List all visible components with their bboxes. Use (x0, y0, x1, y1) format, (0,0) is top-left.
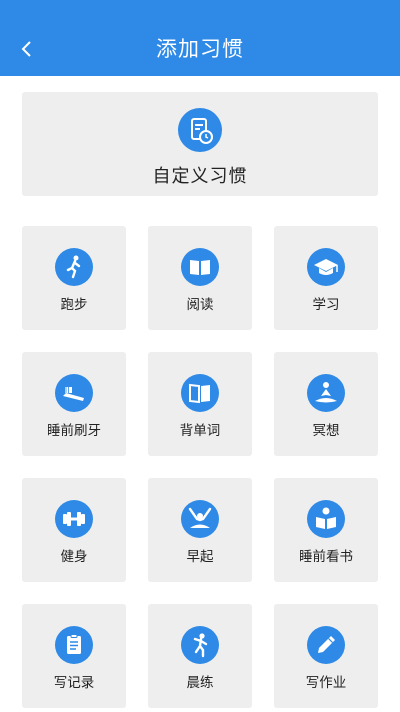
pencil-icon (307, 626, 345, 664)
dumbbell-icon (55, 500, 93, 538)
habit-label: 背单词 (179, 423, 221, 439)
morning-exercise-icon (181, 626, 219, 664)
habit-label: 早起 (186, 549, 214, 565)
habit-label: 冥想 (312, 423, 340, 439)
page-title: 添加习惯 (156, 37, 244, 61)
habit-label: 学习 (312, 297, 340, 313)
habit-card-bedtime-reading[interactable]: 睡前看书 (274, 478, 378, 582)
graduation-cap-icon (307, 248, 345, 286)
open-book-icon (181, 248, 219, 286)
habit-label: 睡前看书 (299, 549, 353, 565)
habit-card-homework[interactable]: 写作业 (274, 604, 378, 708)
habit-card-study[interactable]: 学习 (274, 226, 378, 330)
habit-card-journal[interactable]: 写记录 (22, 604, 126, 708)
wake-up-icon (181, 500, 219, 538)
document-clock-icon (178, 108, 222, 152)
meditation-icon (307, 374, 345, 412)
habit-card-morning-exercise[interactable]: 晨练 (148, 604, 252, 708)
habit-label: 写记录 (53, 675, 95, 691)
habit-label: 睡前刷牙 (47, 423, 101, 439)
habit-card-fitness[interactable]: 健身 (22, 478, 126, 582)
habit-card-meditation[interactable]: 冥想 (274, 352, 378, 456)
reading-person-icon (307, 500, 345, 538)
custom-habit-label: 自定义习惯 (152, 166, 248, 187)
habit-label: 健身 (60, 549, 88, 565)
header-bar: 添加习惯 (0, 0, 400, 76)
habit-label: 写作业 (305, 675, 347, 691)
habit-label: 阅读 (186, 297, 214, 313)
habit-card-brush-teeth[interactable]: 睡前刷牙 (22, 352, 126, 456)
clipboard-icon (55, 626, 93, 664)
habit-label: 晨练 (186, 675, 214, 691)
habit-card-running[interactable]: 跑步 (22, 226, 126, 330)
runner-icon (55, 248, 93, 286)
habit-label: 跑步 (60, 297, 88, 313)
habit-card-early-rise[interactable]: 早起 (148, 478, 252, 582)
toothbrush-icon (55, 374, 93, 412)
habit-card-vocabulary[interactable]: 背单词 (148, 352, 252, 456)
custom-habit-card[interactable]: 自定义习惯 (22, 92, 378, 196)
dictionary-icon (181, 374, 219, 412)
habit-card-reading[interactable]: 阅读 (148, 226, 252, 330)
